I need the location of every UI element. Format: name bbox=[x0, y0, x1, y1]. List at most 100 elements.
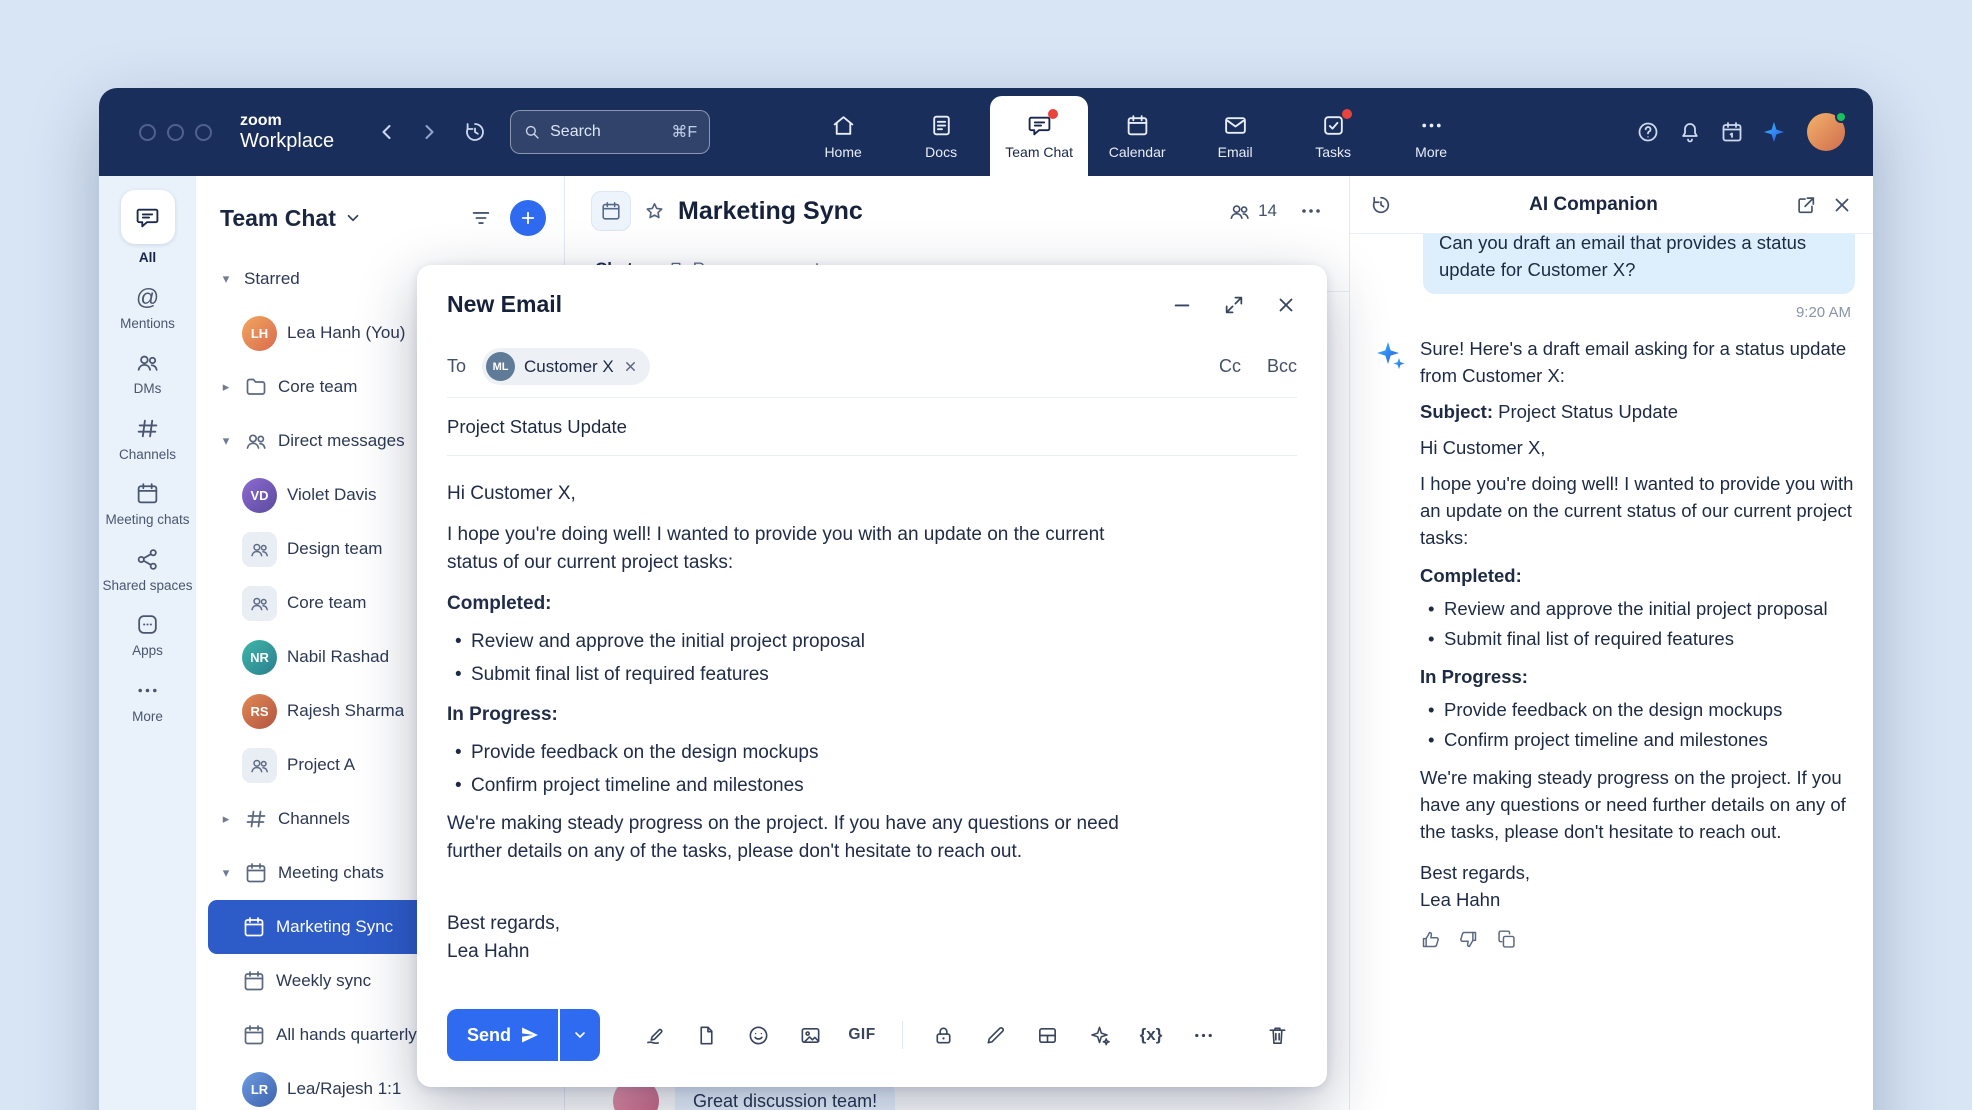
ellipsis-icon bbox=[135, 678, 160, 703]
module-rail: All @ Mentions DMs Channels Meeting chat… bbox=[99, 176, 196, 1110]
expand-icon[interactable] bbox=[1223, 294, 1245, 316]
new-chat-button[interactable] bbox=[510, 200, 546, 236]
send-button[interactable]: Send bbox=[447, 1009, 558, 1061]
nav-more[interactable]: More bbox=[1382, 96, 1480, 176]
bcc-button[interactable]: Bcc bbox=[1267, 356, 1297, 377]
home-icon bbox=[831, 113, 856, 138]
history-icon[interactable] bbox=[458, 115, 492, 149]
calendar-icon bbox=[242, 1023, 266, 1047]
window-controls bbox=[139, 124, 212, 141]
avatar: RS bbox=[242, 694, 277, 729]
more-options-icon[interactable] bbox=[1183, 1015, 1223, 1055]
profile-avatar[interactable] bbox=[1807, 113, 1845, 151]
rail-item-meeting-chats[interactable]: Meeting chats bbox=[102, 471, 194, 537]
star-icon[interactable] bbox=[643, 200, 666, 223]
more-icon bbox=[1419, 113, 1444, 138]
rail-item-dms[interactable]: DMs bbox=[102, 340, 194, 406]
toolbar-divider bbox=[902, 1021, 903, 1049]
signature-icon[interactable] bbox=[634, 1015, 674, 1055]
gif-button[interactable]: GIF bbox=[842, 1015, 882, 1055]
window-close-button[interactable] bbox=[139, 124, 156, 141]
ai-panel-title: AI Companion bbox=[1406, 194, 1781, 216]
compose-toolbar: Send GIF bbox=[417, 995, 1327, 1087]
notifications-icon[interactable] bbox=[1673, 115, 1707, 149]
calendar-today-icon[interactable] bbox=[1715, 115, 1749, 149]
avatar: NR bbox=[242, 640, 277, 675]
thumbs-up-icon[interactable] bbox=[1420, 929, 1441, 950]
caret-right-icon: ▸ bbox=[218, 379, 234, 395]
nav-home[interactable]: Home bbox=[794, 96, 892, 176]
presence-indicator bbox=[1835, 111, 1847, 123]
rail-item-shared-spaces[interactable]: Shared spaces bbox=[102, 537, 194, 603]
topbar-right-actions bbox=[1631, 113, 1873, 151]
ai-feedback-actions bbox=[1420, 929, 1855, 950]
help-icon[interactable] bbox=[1631, 115, 1665, 149]
forward-button[interactable] bbox=[412, 115, 446, 149]
cc-button[interactable]: Cc bbox=[1219, 356, 1241, 377]
recipient-chip[interactable]: ML Customer X bbox=[482, 348, 650, 385]
docs-icon bbox=[929, 113, 954, 138]
ai-sparkle-icon[interactable] bbox=[1079, 1015, 1119, 1055]
rail-item-apps[interactable]: Apps bbox=[102, 602, 194, 668]
nav-docs[interactable]: Docs bbox=[892, 96, 990, 176]
compose-title: New Email bbox=[447, 291, 562, 318]
window-fullscreen-button[interactable] bbox=[195, 124, 212, 141]
encrypt-icon[interactable] bbox=[923, 1015, 963, 1055]
nav-calendar[interactable]: Calendar bbox=[1088, 96, 1186, 176]
member-count: 14 bbox=[1258, 201, 1277, 221]
nav-team-chat[interactable]: Team Chat bbox=[990, 96, 1088, 176]
rail-item-all[interactable]: All bbox=[102, 188, 194, 275]
caret-right-icon: ▸ bbox=[218, 811, 234, 827]
recipient-row: To ML Customer X Cc Bcc bbox=[447, 336, 1297, 398]
chat-bubble-icon bbox=[135, 205, 160, 230]
ai-close-icon[interactable] bbox=[1831, 194, 1853, 216]
ai-sparkle-icon bbox=[1374, 339, 1406, 371]
window-minimize-button[interactable] bbox=[167, 124, 184, 141]
caret-down-icon: ▾ bbox=[218, 271, 234, 287]
unread-badge bbox=[1048, 109, 1058, 119]
members-button[interactable]: 14 bbox=[1228, 200, 1277, 223]
app-window: zoom Workplace Search ⌘F Home Docs bbox=[99, 88, 1873, 1110]
variables-button[interactable]: {x} bbox=[1131, 1015, 1171, 1055]
search-input[interactable]: Search ⌘F bbox=[510, 110, 710, 154]
emoji-icon[interactable] bbox=[738, 1015, 778, 1055]
sidebar-title-dropdown[interactable]: Team Chat bbox=[220, 205, 362, 232]
ai-reply-text: Sure! Here's a draft email asking for a … bbox=[1420, 335, 1855, 950]
shared-spaces-icon bbox=[135, 547, 160, 572]
back-button[interactable] bbox=[370, 115, 404, 149]
filter-icon[interactable] bbox=[466, 203, 496, 233]
nav-tasks[interactable]: Tasks bbox=[1284, 96, 1382, 176]
edit-icon[interactable] bbox=[975, 1015, 1015, 1055]
search-shortcut: ⌘F bbox=[671, 122, 697, 142]
copy-icon[interactable] bbox=[1496, 929, 1517, 950]
thumbs-down-icon[interactable] bbox=[1458, 929, 1479, 950]
new-email-modal: New Email To ML Customer X bbox=[417, 265, 1327, 1087]
trash-icon[interactable] bbox=[1257, 1015, 1297, 1055]
ai-companion-icon[interactable] bbox=[1757, 115, 1791, 149]
layout-icon[interactable] bbox=[1027, 1015, 1067, 1055]
rail-item-mentions[interactable]: @ Mentions bbox=[102, 275, 194, 341]
nav-email[interactable]: Email bbox=[1186, 96, 1284, 176]
remove-recipient-icon[interactable] bbox=[623, 359, 638, 374]
channel-more-button[interactable] bbox=[1299, 199, 1323, 223]
ai-user-message: Can you draft an email that provides a s… bbox=[1423, 234, 1855, 294]
ai-conversation[interactable]: Can you draft an email that provides a s… bbox=[1350, 234, 1873, 1110]
ai-history-icon[interactable] bbox=[1370, 194, 1392, 216]
rail-item-channels[interactable]: Channels bbox=[102, 406, 194, 472]
chevron-down-icon bbox=[572, 1027, 588, 1043]
email-body-editor[interactable]: Hi Customer X, I hope you're doing well!… bbox=[417, 456, 1327, 995]
team-icon bbox=[242, 586, 277, 621]
people-icon bbox=[244, 429, 268, 453]
rail-item-more[interactable]: More bbox=[102, 668, 194, 734]
image-icon[interactable] bbox=[790, 1015, 830, 1055]
send-options-button[interactable] bbox=[560, 1009, 600, 1061]
template-icon[interactable] bbox=[686, 1015, 726, 1055]
meeting-chat-icon bbox=[591, 191, 631, 231]
minimize-icon[interactable] bbox=[1171, 294, 1193, 316]
subject-field[interactable]: Project Status Update bbox=[447, 398, 1297, 456]
send-icon bbox=[520, 1025, 540, 1045]
caret-down-icon: ▾ bbox=[218, 433, 234, 449]
hash-icon bbox=[244, 807, 268, 831]
close-icon[interactable] bbox=[1275, 294, 1297, 316]
open-in-new-icon[interactable] bbox=[1795, 194, 1817, 216]
